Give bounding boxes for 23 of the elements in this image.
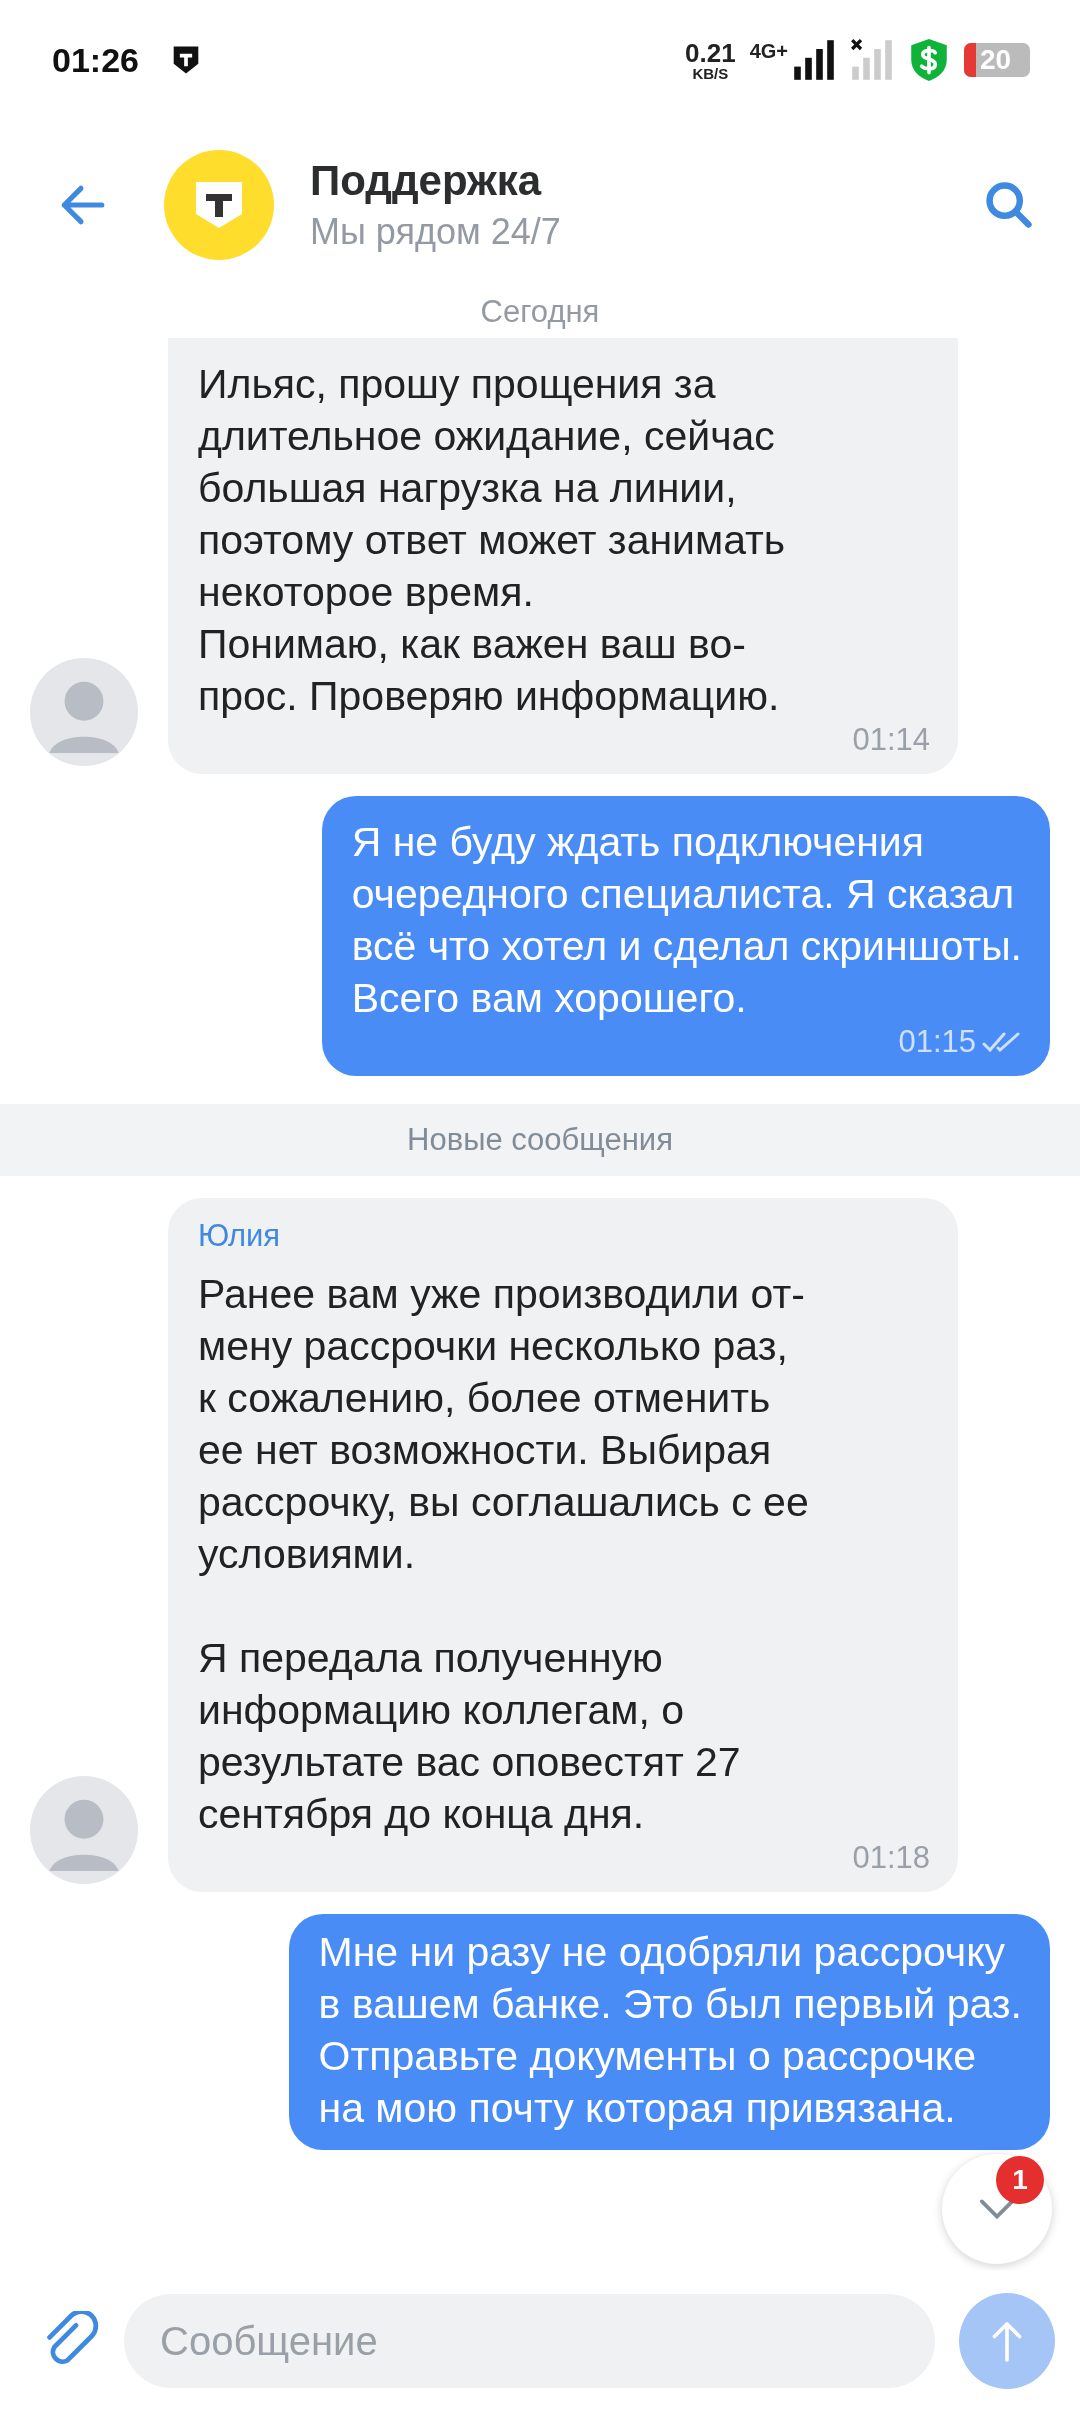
chat-title: Поддержка [310,157,543,205]
message-time: 01:15 [898,1024,976,1060]
bank-logo-icon [164,150,274,260]
avatar-silhouette-icon [30,658,138,766]
battery-icon: 20 [964,43,1030,77]
chat-subtitle: Мы рядом 24/7 [310,211,562,253]
chevron-down-icon [978,2197,1016,2221]
no-signal-icon [850,38,894,82]
sender-name: Юлия [198,1218,282,1254]
security-shield-icon [908,37,950,83]
network-speed: 0.21 [685,39,736,66]
message-text: Мне ни разу не одобряли рассрочку в вашем банке. Это был первый раз. Отправьте документы о рассрочке на мою почту которая привязана. [318,1928,1022,2133]
message-input[interactable]: Сообщение [124,2294,935,2388]
message-text: Ильяс, прошу прощения за длительное ожидание, сейчас большая нагрузка на линии, поэтому ответ может занимать некоторое время. Понимаю, как важен ваш во- прос. Проверяю информацию. [198,360,786,721]
avatar-silhouette-icon [30,1776,138,1884]
network-type: 4G+ [749,40,788,63]
speed-unit: KB/S [692,65,729,81]
message-time: 01:14 [852,722,930,758]
signal-icon [792,38,836,82]
message-text: Я не буду ждать подключения очередного специалиста. Я сказал всё что хотел и сделал скриншоты. Всего вам хорошего. [351,818,1022,1023]
message-text: Ранее вам уже производили от- мену рассрочки несколько раз, к сожалению, более отменить ее нет возможности. Выбирая рассрочку, вы соглашались с ее условиями. Я передала полученную информацию коллегам, о результате вас оповестят 27 сентября до конца дня. [198,1270,809,1839]
message-time: 01:18 [852,1840,930,1876]
status-time: 01:26 [52,40,139,80]
